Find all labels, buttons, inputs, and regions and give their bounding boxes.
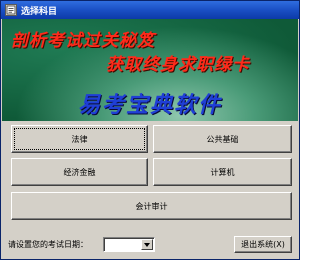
banner-slogan-line2: 获取终身求职绿卡 [106, 55, 250, 75]
exam-date-dropdown[interactable] [103, 237, 155, 252]
banner-slogan-line1: 剖析考试过关秘笈 [11, 31, 155, 51]
subject-button-panel: 法律 公共基础 经济金融 计算机 会计审计 [2, 121, 298, 231]
bottom-bar: 请设置您的考试日期： 退出系统(X) [2, 233, 298, 257]
chevron-down-icon[interactable] [141, 239, 153, 250]
subject-public-basics-button[interactable]: 公共基础 [153, 125, 292, 153]
title-bar[interactable]: 选择科目 [1, 1, 299, 19]
subject-finance-button[interactable]: 经济金融 [11, 158, 148, 186]
subject-law-button[interactable]: 法律 [11, 125, 148, 153]
exam-date-value [106, 239, 140, 250]
subject-accounting-audit-button[interactable]: 会计审计 [11, 192, 292, 220]
app-window-icon [5, 4, 17, 16]
banner-brand-title: 易考宝典软件 [77, 93, 222, 118]
promo-banner: 剖析考试过关秘笈 获取终身求职绿卡 易考宝典软件 [2, 19, 298, 121]
subject-computer-button[interactable]: 计算机 [153, 158, 292, 186]
subject-selection-window: 选择科目 剖析考试过关秘笈 获取终身求职绿卡 易考宝典软件 法律 公共基础 经济… [0, 0, 300, 260]
window-title: 选择科目 [21, 6, 58, 17]
exam-date-label: 请设置您的考试日期： [8, 240, 88, 249]
exit-system-button[interactable]: 退出系统(X) [234, 236, 292, 253]
